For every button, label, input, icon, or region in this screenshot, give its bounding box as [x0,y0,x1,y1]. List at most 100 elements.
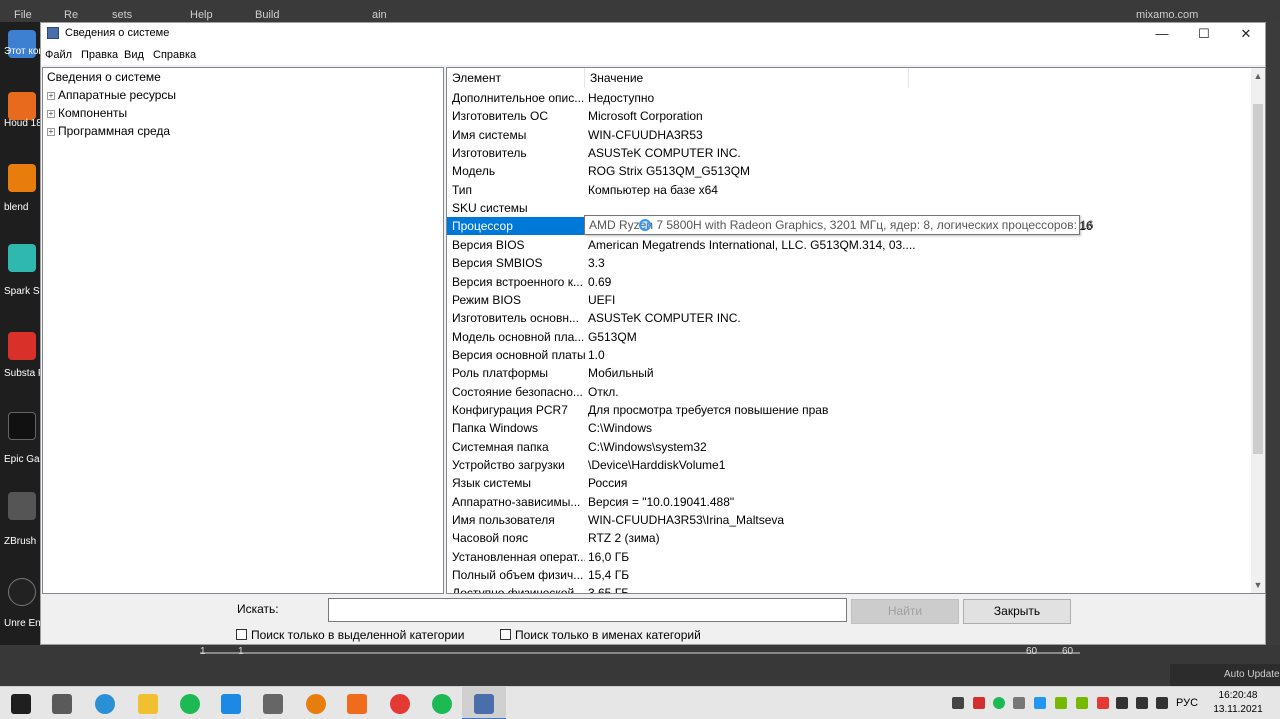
spotify-icon[interactable] [180,694,200,714]
tray-volume-icon[interactable] [1156,697,1168,709]
find-button[interactable]: Найти [851,599,959,624]
tree-item-components[interactable]: + Компоненты [47,106,127,120]
unreal-engine-icon[interactable] [8,578,36,606]
start-icon[interactable] [11,694,31,714]
yandex-icon[interactable] [390,694,410,714]
table-row[interactable]: Роль платформы Мобильный [447,364,1247,382]
table-row[interactable]: Версия основной платы 1.0 [447,346,1247,364]
task-view-icon[interactable] [52,694,72,714]
table-row[interactable]: Устройство загрузки \Device\HarddiskVolum… [447,456,1247,474]
blender-icon[interactable] [8,164,36,192]
row-value-cell: WIN-CFUUDHA3R53 [588,127,703,142]
checkbox-label: Поиск только в выделенной категории [251,628,465,642]
table-row[interactable]: Версия SMBIOS 3.3 [447,254,1247,272]
checkbox-box[interactable] [236,629,247,640]
column-header-value[interactable]: Значение [585,68,909,88]
houdini-icon[interactable] [8,92,36,120]
scroll-up-arrow-icon[interactable]: ▲ [1251,68,1265,84]
tray-nvidia-alt-icon[interactable] [1076,697,1088,709]
title-bar[interactable]: Сведения о системе — ☐ ✕ [41,23,1265,45]
row-value-cell: ASUSTeK COMPUTER INC. [588,146,741,161]
table-row[interactable]: Имя системы WIN-CFUUDHA3R53 [447,126,1247,144]
search-label: Искать: [237,602,279,616]
tray-usb-icon[interactable] [1013,697,1025,709]
table-row[interactable]: Изготовитель основн... ASUSTeK COMPUTER I… [447,309,1247,327]
table-row[interactable]: Язык системы Россия [447,474,1247,492]
table-row[interactable]: Доступно физической... 3,65 ГБ [447,584,1247,593]
close-window-button[interactable]: ✕ [1226,23,1266,45]
column-header-element[interactable]: Элемент [447,68,585,88]
row-element-cell: Версия BIOS [452,237,525,252]
language-indicator[interactable]: РУС [1176,697,1198,709]
msinfo-icon[interactable] [474,694,494,714]
spark-studio-icon[interactable] [8,244,36,272]
edge-icon[interactable] [95,694,115,714]
table-row[interactable]: Тип Компьютер на базе x64 [447,181,1247,199]
row-value-cell: G513QM [588,329,637,344]
row-value-cell: Откл. [588,384,619,399]
clock-time: 16:20:48 [1218,690,1258,701]
table-row[interactable]: Конфигурация PCR7 Для просмотра требуется… [447,401,1247,419]
table-row[interactable]: Полный объем физич... 15,4 ГБ [447,566,1247,584]
zbrush-icon[interactable] [8,492,36,520]
row-value-cell: 1.0 [588,347,605,362]
minimize-button[interactable]: — [1142,23,1182,45]
expand-icon[interactable]: + [47,127,55,136]
table-row[interactable]: Изготовитель ОС Microsoft Corporation [447,107,1247,125]
zbrush-icon[interactable] [263,694,283,714]
search-input[interactable] [328,598,847,622]
tree-item-software-environment[interactable]: + Программная среда [47,124,170,138]
menu-help[interactable]: Справка [153,49,196,61]
bg-menu-help: Help [190,9,213,21]
checkbox-box[interactable] [500,629,511,640]
spotify-icon[interactable] [432,694,452,714]
table-row[interactable]: Состояние безопасно... Откл. [447,383,1247,401]
processor-tooltip: AMD Ryzen 7 5800H with Radeon Graphics, … [584,215,1094,235]
table-row[interactable]: Аппаратно-зависимы... Версия = "10.0.1904… [447,493,1247,511]
tray-nvidia-icon[interactable] [1055,697,1067,709]
tray-b-icon[interactable] [973,697,985,709]
row-element-cell: Установленная операт... [452,549,585,564]
tray-spotify-icon[interactable] [993,697,1005,709]
timeline-start-a: 1 [200,646,206,657]
table-row[interactable]: Режим BIOS UEFI [447,291,1247,309]
table-row[interactable]: Версия BIOS American Megatrends Internati… [447,236,1247,254]
scroll-thumb[interactable] [1253,104,1263,454]
table-row[interactable]: Модель ROG Strix G513QM_G513QM [447,162,1247,180]
close-button[interactable]: Закрыть [963,599,1071,624]
table-row[interactable]: Системная папка C:\Windows\system32 [447,438,1247,456]
tray-app-icon[interactable] [952,697,964,709]
menu-file[interactable]: Файл [45,49,72,61]
houdini-icon[interactable] [347,694,367,714]
maximize-button[interactable]: ☐ [1184,23,1224,45]
vscode-icon[interactable] [221,694,241,714]
menu-view[interactable]: Вид [124,49,144,61]
search-selected-category-checkbox[interactable]: Поиск только в выделенной категории [236,628,464,642]
row-value-cell: 16,0 ГБ [588,549,630,564]
tray-microphone-icon[interactable] [1116,697,1128,709]
table-row[interactable]: Версия встроенного к... 0.69 [447,273,1247,291]
epic-games-icon[interactable] [8,412,36,440]
table-row[interactable]: Установленная операт... 16,0 ГБ [447,548,1247,566]
substance-painter-icon[interactable] [8,332,36,360]
table-row[interactable]: Имя пользователя WIN-CFUUDHA3R53\Irina_Ma… [447,511,1247,529]
tray-snip-icon[interactable] [1034,697,1046,709]
table-row[interactable]: Часовой пояс RTZ 2 (зима) [447,529,1247,547]
explorer-icon[interactable] [138,694,158,714]
menu-edit[interactable]: Правка [81,49,118,61]
blender-icon[interactable] [306,694,326,714]
tree-item-hardware-resources[interactable]: + Аппаратные ресурсы [47,88,176,102]
table-row[interactable]: Модель основной пла... G513QM [447,328,1247,346]
tree-item-system-summary[interactable]: Сведения о системе [47,70,161,84]
details-scrollbar[interactable]: ▲ ▼ [1251,68,1265,593]
taskbar-clock[interactable]: 16:20:48 13.11.2021 [1208,689,1268,717]
expand-icon[interactable]: + [47,109,55,118]
tray-yandex-icon[interactable] [1097,697,1109,709]
search-category-names-checkbox[interactable]: Поиск только в именах категорий [500,628,701,642]
table-row[interactable]: Дополнительное опис... Недоступно [447,89,1247,107]
table-row[interactable]: Папка Windows C:\Windows [447,419,1247,437]
tray-network-icon[interactable] [1136,697,1148,709]
scroll-down-arrow-icon[interactable]: ▼ [1251,577,1265,593]
expand-icon[interactable]: + [47,91,55,100]
table-row[interactable]: Изготовитель ASUSTeK COMPUTER INC. [447,144,1247,162]
